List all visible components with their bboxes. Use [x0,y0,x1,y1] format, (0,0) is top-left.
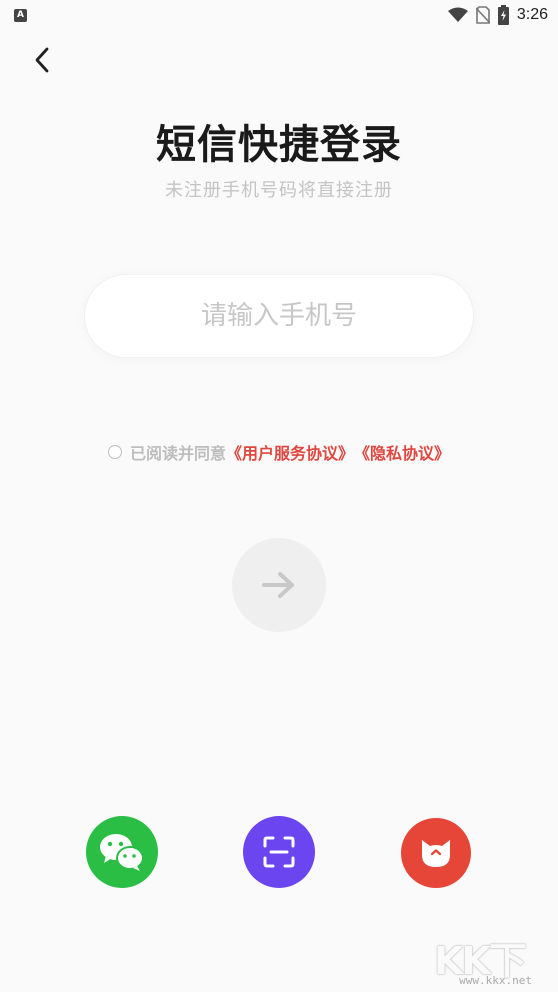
phone-input-container [84,274,474,358]
watermark: KK下载 www.kkx.net [434,930,552,990]
wechat-login-button[interactable] [86,816,158,888]
no-sim-icon [475,6,490,24]
status-bar: A 3:26 [0,0,558,30]
status-left: A [14,8,27,22]
page-subtitle: 未注册手机号码将直接注册 [165,180,393,201]
status-right: 3:26 [447,5,548,25]
agreement-checkbox[interactable] [107,445,122,459]
cat-face-icon [422,840,450,867]
page-title: 短信快捷登录 [156,122,402,168]
app-notification-icon: A [14,8,27,22]
wechat-icon [100,834,144,871]
next-button[interactable] [232,538,326,632]
user-agreement-link[interactable]: 《用户服务协议》 [226,440,354,464]
battery-charging-icon [497,5,509,25]
phone-number-input[interactable] [85,275,473,357]
watermark-url: www.kkx.net [459,974,532,987]
status-time: 3:26 [516,6,548,23]
cat-login-button[interactable] [401,818,471,888]
scan-icon [263,836,295,868]
privacy-policy-link[interactable]: 《隐私协议》 [354,440,450,464]
chevron-left-icon [35,47,49,73]
agreement-row: 已阅读并同意 《用户服务协议》 《隐私协议》 [0,440,558,464]
back-button[interactable] [26,44,58,76]
scan-login-button[interactable] [243,816,315,888]
arrow-right-icon [262,572,294,598]
wifi-icon [447,7,468,23]
agreement-prefix-text: 已阅读并同意 [129,444,226,463]
